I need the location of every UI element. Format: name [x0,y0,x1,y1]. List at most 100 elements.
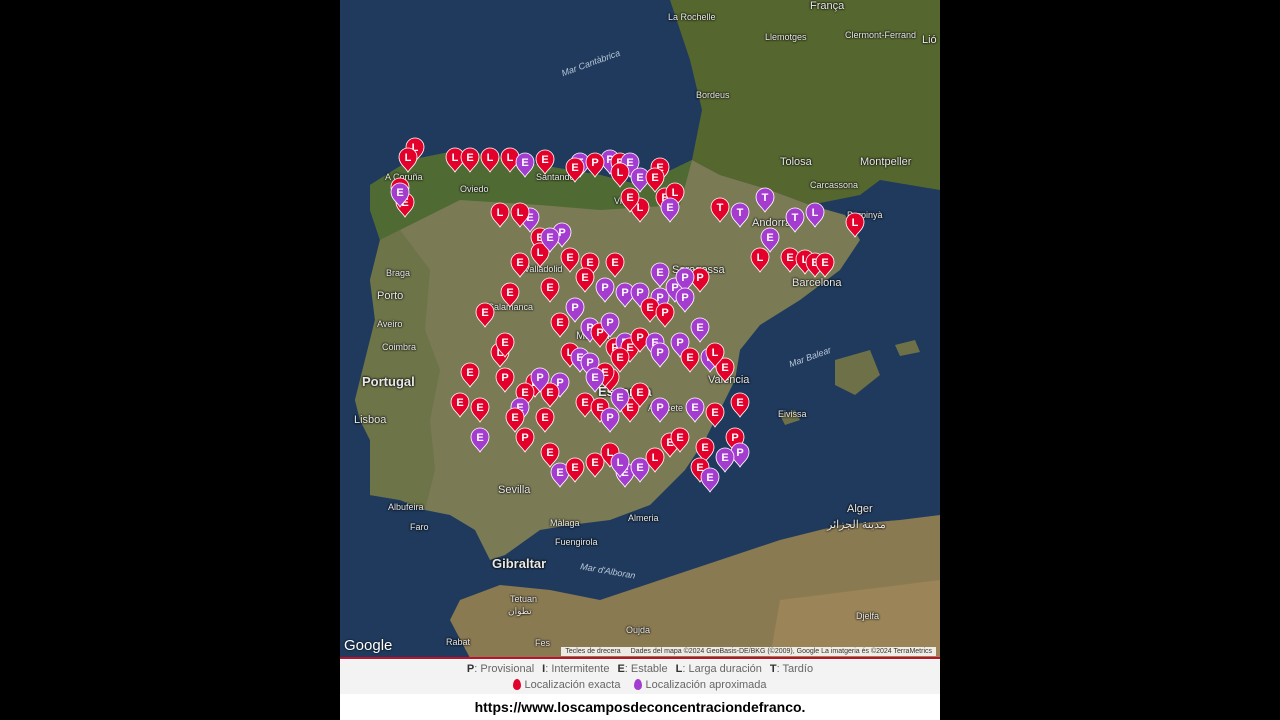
map-marker[interactable]: E [660,197,680,223]
map-marker[interactable]: P [515,427,535,453]
map-marker[interactable]: T [710,197,730,223]
map-marker[interactable]: P [675,287,695,313]
svg-text:T: T [737,207,744,219]
svg-text:E: E [546,447,553,459]
svg-text:P: P [681,272,688,284]
map-marker[interactable]: P [655,302,675,328]
svg-text:P: P [636,287,643,299]
map-marker[interactable]: E [535,407,555,433]
map-marker[interactable]: P [600,407,620,433]
map-marker[interactable]: P [650,342,670,368]
keyboard-shortcuts-link[interactable]: Tecles de drecera [565,648,620,655]
map-marker[interactable]: E [560,247,580,273]
map-marker[interactable]: E [550,312,570,338]
svg-text:L: L [712,347,719,359]
svg-text:P: P [596,327,603,339]
video-frame: La Rochelle Llemotges Clermont-Ferrand Bord… [340,0,940,720]
svg-text:E: E [521,387,528,399]
map-marker[interactable]: E [460,362,480,388]
svg-text:E: E [721,452,728,464]
map-marker[interactable]: E [680,347,700,373]
svg-text:E: E [546,232,553,244]
map-marker[interactable]: L [490,202,510,228]
svg-text:E: E [501,337,508,349]
svg-text:P: P [636,332,643,344]
map-marker[interactable]: E [535,149,555,175]
map-marker[interactable]: T [730,202,750,228]
svg-text:E: E [636,462,643,474]
map-marker[interactable]: L [610,162,630,188]
svg-text:P: P [656,402,663,414]
map-marker[interactable]: E [470,427,490,453]
svg-text:L: L [637,202,644,214]
svg-text:E: E [476,432,483,444]
svg-text:L: L [812,207,819,219]
map-marker[interactable]: T [785,207,805,233]
map-marker[interactable]: E [715,447,735,473]
svg-text:E: E [676,432,683,444]
map-marker[interactable]: E [515,152,535,178]
svg-text:E: E [511,412,518,424]
map-marker[interactable]: E [585,452,605,478]
map-attribution: Tecles de drecera Dades del mapa ©2024 G… [561,647,936,656]
map-marker[interactable]: E [630,457,650,483]
legend-divider [340,657,940,659]
map-marker[interactable]: E [815,252,835,278]
legend-type-tardio: T: Tardío [769,663,814,675]
legend-exact: Localización exacta [513,679,620,691]
svg-text:E: E [591,457,598,469]
svg-text:E: E [766,232,773,244]
svg-text:P: P [731,432,738,444]
map-view[interactable]: La Rochelle Llemotges Clermont-Ferrand Bord… [340,0,940,658]
svg-text:L: L [672,187,679,199]
svg-text:P: P [558,227,565,239]
svg-text:P: P [606,412,613,424]
map-marker[interactable]: E [540,277,560,303]
map-marker[interactable]: E [475,302,495,328]
svg-text:E: E [556,467,563,479]
svg-text:E: E [456,397,463,409]
map-marker[interactable]: L [845,212,865,238]
map-marker[interactable]: P [495,367,515,393]
map-marker[interactable]: E [705,402,725,428]
svg-text:L: L [487,152,494,164]
map-marker[interactable]: E [460,147,480,173]
svg-text:P: P [696,272,703,284]
svg-text:E: E [651,172,658,184]
legend-type-larga: L: Larga duración [675,663,762,675]
svg-text:P: P [606,317,613,329]
map-marker[interactable]: L [480,147,500,173]
map-marker[interactable]: E [685,397,705,423]
map-marker[interactable]: L [750,247,770,273]
map-marker[interactable]: T [755,187,775,213]
map-marker[interactable]: E [730,392,750,418]
map-marker[interactable]: E [565,157,585,183]
map-marker[interactable]: E [690,317,710,343]
legend-type-intermitente: I: Intermitente [542,663,610,675]
map-marker[interactable]: E [470,397,490,423]
svg-text:E: E [396,187,403,199]
map-marker[interactable]: E [605,252,625,278]
map-marker[interactable]: L [805,202,825,228]
map-marker[interactable]: E [700,467,720,493]
website-url[interactable]: https://www.loscamposdeconcentraciondefr… [340,699,940,715]
map-marker[interactable]: E [450,392,470,418]
map-marker[interactable]: L [398,147,418,173]
map-marker[interactable]: E [510,252,530,278]
svg-text:E: E [571,162,578,174]
svg-text:P: P [591,157,598,169]
map-marker[interactable]: E [565,457,585,483]
map-marker[interactable]: P [595,277,615,303]
map-marker[interactable]: E [585,367,605,393]
marker-layer[interactable]: LLEEELELLEEEEPEEPELEEELELELTTTTLLELELEEE… [340,0,940,658]
map-data-attribution: Dades del mapa ©2024 GeoBasis-DE/BKG (©2… [630,648,932,655]
svg-text:E: E [481,307,488,319]
map-marker[interactable]: E [575,267,595,293]
legend: P: Provisional I: Intermitente E: Establ… [340,660,940,694]
map-marker[interactable]: E [500,282,520,308]
map-marker[interactable]: P [650,397,670,423]
svg-text:P: P [661,307,668,319]
svg-text:P: P [621,287,628,299]
svg-text:E: E [586,257,593,269]
map-marker[interactable]: P [585,152,605,178]
